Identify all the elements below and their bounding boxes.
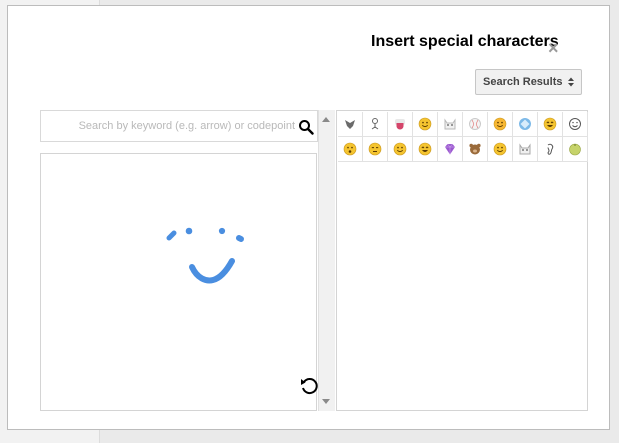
character-cell[interactable]: [488, 112, 513, 137]
tongue-icon: [395, 119, 405, 130]
scroll-up-icon[interactable]: [322, 117, 330, 122]
smiling-face-icon: [418, 117, 432, 131]
character-cell[interactable]: [413, 137, 438, 162]
character-cell[interactable]: [438, 112, 463, 137]
outlined-smile-icon: [569, 118, 581, 130]
baseball-icon: [469, 118, 481, 130]
character-cell[interactable]: [413, 112, 438, 137]
character-cell[interactable]: [463, 137, 488, 162]
scroll-down-icon[interactable]: [322, 399, 330, 404]
category-dropdown-label: Search Results: [483, 76, 563, 88]
robot-face-icon: [519, 143, 531, 155]
character-cell[interactable]: [438, 137, 463, 162]
sweat-smile-face-icon: [418, 142, 432, 156]
cat-face-icon: [444, 118, 456, 130]
special-characters-dialog: Insert special characters × Search Resul…: [7, 5, 610, 430]
grinning-face-icon: [393, 142, 407, 156]
character-cell[interactable]: [388, 112, 413, 137]
results-panel: [336, 110, 588, 411]
category-dropdown[interactable]: Search Results: [475, 69, 582, 95]
character-cell[interactable]: [513, 137, 538, 162]
search-icon[interactable]: [298, 119, 314, 135]
close-icon[interactable]: ×: [548, 39, 559, 57]
reset-icon[interactable]: [299, 376, 319, 396]
search-field: [40, 110, 318, 142]
smiling-face-icon: [493, 117, 507, 131]
laughing-face-icon: [543, 117, 557, 131]
character-cell[interactable]: [513, 112, 538, 137]
masked-face-icon: [345, 120, 355, 129]
character-cell[interactable]: [488, 137, 513, 162]
results-grid: [338, 112, 588, 162]
character-cell[interactable]: [338, 112, 363, 137]
character-cell[interactable]: [463, 112, 488, 137]
surprised-face-icon: [343, 142, 357, 156]
search-input[interactable]: [47, 117, 295, 135]
handwriting-scrollbar[interactable]: [318, 110, 335, 411]
character-cell[interactable]: [538, 112, 563, 137]
character-cell[interactable]: [538, 137, 563, 162]
gem-icon: [445, 143, 455, 155]
dialog-title: Insert special characters: [371, 33, 559, 50]
sort-caret-icon: [568, 77, 574, 87]
character-cell[interactable]: [338, 137, 363, 162]
character-cell[interactable]: [388, 137, 413, 162]
handwriting-strokes: [166, 227, 244, 284]
stick-figure-icon: [371, 118, 379, 130]
character-cell[interactable]: [563, 112, 588, 137]
unamused-face-icon: [368, 142, 382, 156]
character-cell[interactable]: [363, 112, 388, 137]
bear-face-icon: [469, 143, 481, 155]
ear-icon: [547, 143, 554, 155]
character-cell[interactable]: [363, 137, 388, 162]
melon-icon: [569, 143, 581, 156]
diamond-shape-icon: [519, 118, 531, 130]
handwriting-canvas[interactable]: [40, 153, 319, 411]
character-cell[interactable]: [563, 137, 588, 162]
grinning-face-icon: [493, 142, 507, 156]
